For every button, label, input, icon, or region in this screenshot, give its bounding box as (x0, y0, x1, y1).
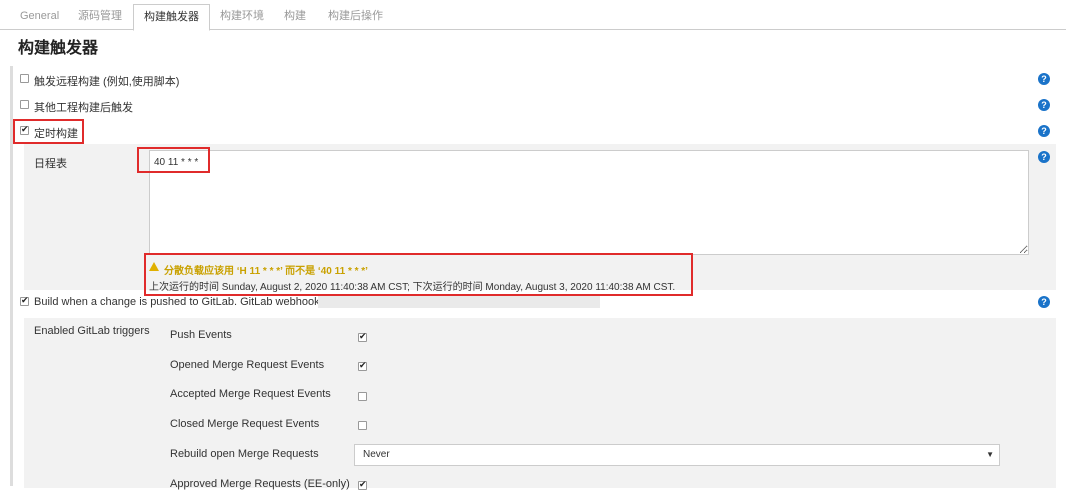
tab-post-build[interactable]: 构建后操作 (318, 4, 393, 30)
webhook-url-redacted (318, 296, 600, 308)
highlight-box (13, 119, 84, 144)
opened-mr-checkbox[interactable] (358, 360, 367, 371)
tab-general[interactable]: General (10, 4, 69, 30)
remote-trigger-label: 触发远程构建 (例如,使用脚本) (34, 76, 180, 88)
closed-mr-checkbox[interactable] (358, 421, 367, 430)
accepted-mr-checkbox[interactable] (358, 392, 367, 401)
highlight-box (137, 147, 210, 173)
rebuild-select-value: Never (363, 449, 390, 460)
rebuild-label: Rebuild open Merge Requests (170, 448, 319, 460)
push-events-checkbox[interactable] (358, 331, 367, 342)
highlight-box (144, 253, 693, 296)
help-icon[interactable]: ? (1038, 99, 1050, 111)
schedule-textarea[interactable]: 40 11 * * * (149, 150, 1029, 255)
gitlab-trigger-checkbox[interactable] (20, 295, 29, 306)
after-other-label: 其他工程构建后触发 (34, 102, 133, 114)
tab-bar: General 源码管理 构建触发器 构建环境 构建 构建后操作 (0, 0, 1066, 31)
approved-mr-label: Approved Merge Requests (EE-only) (170, 478, 350, 490)
chevron-down-icon: ▼ (986, 450, 994, 459)
help-icon[interactable]: ? (1038, 296, 1050, 308)
tab-build-environment[interactable]: 构建环境 (210, 4, 274, 30)
event-label: Closed Merge Request Events (170, 418, 320, 430)
rebuild-select[interactable]: Never ▼ (354, 444, 1000, 466)
after-other-checkbox[interactable] (20, 100, 29, 109)
help-icon[interactable]: ? (1038, 73, 1050, 85)
event-label: Accepted Merge Request Events (170, 388, 331, 400)
tab-scm[interactable]: 源码管理 (68, 4, 132, 30)
gitlab-trigger-label: Build when a change is pushed to GitLab.… (34, 296, 348, 308)
help-icon[interactable]: ? (1038, 125, 1050, 137)
help-icon[interactable]: ? (1038, 151, 1050, 163)
event-label: Opened Merge Request Events (170, 359, 325, 371)
tab-build-triggers[interactable]: 构建触发器 (133, 4, 210, 31)
tab-build[interactable]: 构建 (274, 4, 316, 30)
event-label: Push Events (170, 329, 232, 341)
enabled-triggers-label: Enabled GitLab triggers (34, 325, 150, 337)
page-title: 构建触发器 (18, 40, 99, 57)
schedule-label: 日程表 (34, 158, 67, 170)
remote-trigger-checkbox[interactable] (20, 74, 29, 83)
